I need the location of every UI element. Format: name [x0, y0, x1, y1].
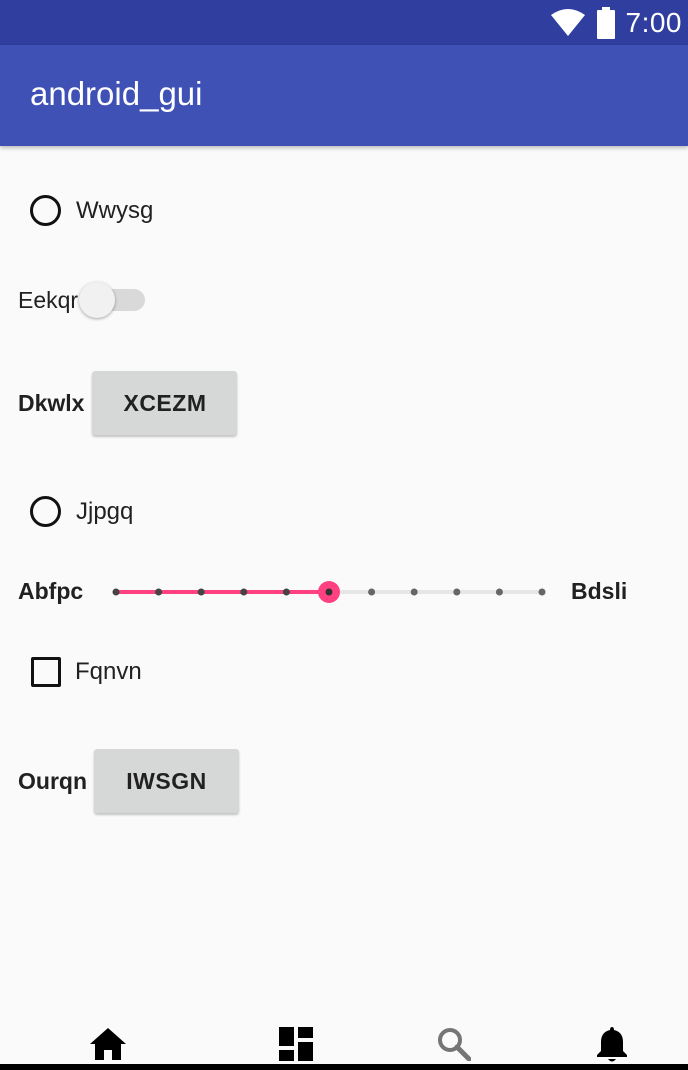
status-time: 7:00	[625, 6, 682, 38]
notifications-icon	[597, 1027, 627, 1062]
radio-button[interactable]	[30, 496, 61, 527]
radio-button[interactable]	[30, 195, 61, 226]
home-icon	[90, 1028, 126, 1060]
slider-min-label: Abfpc	[18, 578, 84, 604]
switch-row: Eekqr	[18, 280, 149, 320]
seek-bar[interactable]	[104, 570, 556, 614]
radio-label: Jjpgq	[76, 497, 134, 525]
radio-label: Wwysg	[76, 196, 154, 224]
button-row-1: Dkwlx XCEZM	[18, 371, 238, 435]
checkbox-label: Fqnvn	[75, 658, 142, 685]
button-row-label: Dkwlx	[18, 389, 85, 416]
nav-home[interactable]	[88, 1024, 128, 1064]
app-bar: android_gui	[0, 45, 688, 146]
button-row-label: Ourqn	[18, 767, 87, 794]
seek-thumb-center	[325, 588, 333, 596]
dashboard-icon	[279, 1027, 313, 1061]
nav-search[interactable]	[434, 1024, 474, 1064]
radio-option-1[interactable]: Wwysg	[30, 195, 153, 226]
iwsgn-button[interactable]: IWSGN	[94, 749, 239, 813]
seek-tick	[368, 588, 376, 596]
seek-tick	[495, 588, 503, 596]
seek-tick	[240, 588, 248, 596]
seek-tick	[282, 588, 290, 596]
seek-tick	[197, 588, 205, 596]
seek-tick	[410, 588, 418, 596]
button-row-2: Ourqn IWSGN	[18, 749, 239, 813]
status-bar: 7:00	[0, 0, 688, 45]
switch-label: Eekqr	[18, 286, 79, 313]
bottom-navigation	[0, 1016, 688, 1064]
status-icons: 7:00	[550, 0, 683, 45]
seek-tick	[112, 588, 120, 596]
nav-dashboard[interactable]	[276, 1024, 316, 1064]
seek-tick	[155, 588, 163, 596]
xcezm-button[interactable]: XCEZM	[92, 371, 238, 435]
switch-thumb[interactable]	[79, 282, 116, 318]
seek-tick	[538, 588, 546, 596]
checkbox-option[interactable]: Fqnvn	[31, 657, 142, 687]
toggle-switch[interactable]	[79, 280, 149, 320]
search-icon	[438, 1028, 471, 1061]
system-nav-bar	[0, 1064, 688, 1070]
checkbox[interactable]	[31, 657, 61, 687]
seek-tick	[453, 588, 461, 596]
wifi-icon	[550, 8, 585, 36]
battery-icon	[596, 6, 615, 39]
radio-option-2[interactable]: Jjpgq	[30, 496, 133, 527]
app-title: android_gui	[30, 75, 203, 112]
slider-max-label: Bdsli	[571, 578, 628, 604]
nav-notifications[interactable]	[592, 1024, 632, 1064]
